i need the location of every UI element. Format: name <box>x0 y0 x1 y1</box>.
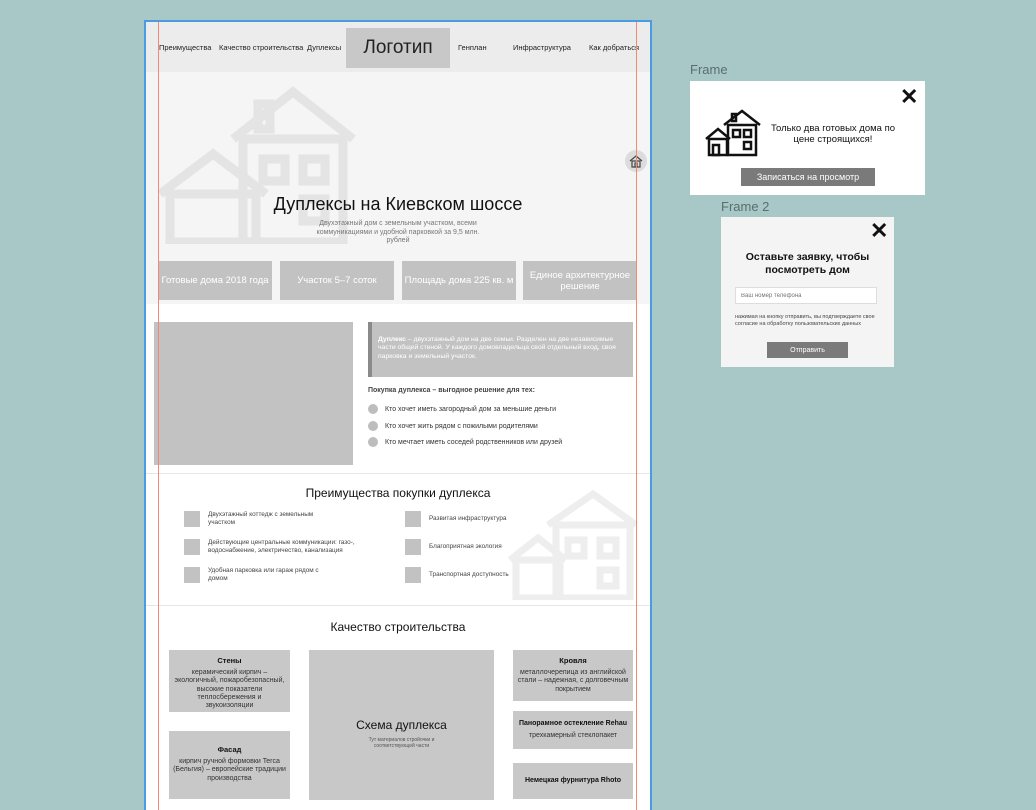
frame-label: Frame <box>690 62 728 77</box>
advantage-icon <box>405 567 421 583</box>
scheme-title: Схема дуплекса <box>356 718 447 732</box>
section-divider <box>146 605 650 606</box>
nav-link-infrastructure[interactable]: Инфраструктура <box>513 43 571 52</box>
card-title: Стены <box>217 656 242 665</box>
advantage-item: Благоприятная экология <box>405 539 555 555</box>
list-item-text: Кто мечтает иметь соседей родственников … <box>385 438 563 446</box>
duplex-definition-box: Дуплекс – двухэтажный дом на две семьи. … <box>368 322 633 377</box>
card-text: трехкамерный стеклопакет <box>528 732 618 740</box>
close-icon[interactable]: ✕ <box>870 220 888 242</box>
card-title: Фасад <box>217 745 242 754</box>
layout-guide-left <box>158 22 159 810</box>
feature-tile: Участок 5–7 соток <box>280 261 394 300</box>
advantage-text: Транспортная доступность <box>429 571 509 579</box>
advantage-text: Двухэтажный коттедж с земельным участком <box>208 511 314 526</box>
quality-card-roof: Кровля металлочерепица из английской ста… <box>513 650 633 701</box>
popup-ready-homes: ✕ Только два готовых дома по цене строящ… <box>690 81 925 195</box>
feature-tile: Готовые дома 2018 года <box>158 261 272 300</box>
advantage-text: Действующие центральные коммуникации: га… <box>208 539 355 554</box>
card-title: Панорамное остекление Rehau <box>518 720 628 727</box>
popup-message: Только два готовых дома по цене строящих… <box>770 123 896 145</box>
quality-title: Качество строительства <box>330 620 466 634</box>
hero-title: Дуплексы на Киевском шоссе <box>273 194 523 214</box>
advantages-title: Преимущества покупки дуплекса <box>305 486 491 500</box>
houses-icon <box>705 109 761 157</box>
feature-tile: Единое архитектурное решение <box>523 261 637 300</box>
advantage-text: Удобная парковка или гараж рядом с домом <box>208 567 319 582</box>
about-image-placeholder <box>154 322 353 465</box>
list-item-text: Кто хочет жить рядом с пожилыми родителя… <box>385 422 538 430</box>
feature-tile: Площадь дома 225 кв. м <box>402 261 516 300</box>
quality-card-facade: Фасад кирпич ручной формовки Terca (Бель… <box>169 731 290 799</box>
definition-text: – двухэтажный дом на две семьи. Разделен… <box>378 336 616 360</box>
bullet-icon <box>368 437 378 447</box>
nav-link-advantages[interactable]: Преимущества <box>159 43 211 52</box>
quality-card-fittings: Немецкая фурнитура Rhoto <box>513 763 633 799</box>
quality-card-glazing: Панорамное остекление Rehau трехкамерный… <box>513 711 633 749</box>
advantage-icon <box>184 539 200 555</box>
top-nav: Преимущества Качество строительства Дупл… <box>146 22 650 73</box>
section-divider <box>146 473 650 474</box>
advantage-item: Удобная парковка или гараж рядом с домом <box>184 567 334 583</box>
close-icon[interactable]: ✕ <box>900 86 918 108</box>
logo[interactable]: Логотип <box>346 28 450 68</box>
advantage-text: Развитая инфраструктура <box>429 515 507 523</box>
advantage-item: Двухэтажный коттедж с земельным участком <box>184 511 334 527</box>
phone-input[interactable] <box>735 287 877 304</box>
advantage-icon <box>184 511 200 527</box>
card-text: керамический кирпич – экологичный, пожар… <box>174 669 285 710</box>
card-text: металлочерепица из английской стали – на… <box>517 669 629 693</box>
quality-card-walls: Стены керамический кирпич – экологичный,… <box>169 650 290 712</box>
layout-guide-right <box>636 22 637 810</box>
advantage-text: Благоприятная экология <box>429 543 502 551</box>
advantage-icon <box>405 539 421 555</box>
form-title: Оставьте заявку, чтобы посмотреть дом <box>745 251 870 276</box>
advantage-item: Транспортная доступность <box>405 567 555 583</box>
nav-link-duplexes[interactable]: Дуплексы <box>307 43 341 52</box>
card-text: кирпич ручной формовки Terca (Бельгия) –… <box>173 758 286 782</box>
list-item: Кто хочет иметь загородный дом за меньши… <box>368 403 556 415</box>
submit-button[interactable]: Отправить <box>767 342 848 358</box>
list-item: Кто мечтает иметь соседей родственников … <box>368 436 562 448</box>
advantage-icon <box>184 567 200 583</box>
nav-link-directions[interactable]: Как добраться <box>589 43 639 52</box>
nav-link-masterplan[interactable]: Генплан <box>458 43 487 52</box>
popup-request-form: ✕ Оставьте заявку, чтобы посмотреть дом … <box>721 217 894 367</box>
frame-label: Frame 2 <box>721 199 770 214</box>
list-item: Кто хочет жить рядом с пожилыми родителя… <box>368 420 538 432</box>
duplex-scheme-placeholder: Схема дуплекса Тут материалов стройочки … <box>309 650 494 800</box>
hero-subtitle: Двухэтажный дом с земельным участком, вс… <box>316 220 480 244</box>
nav-link-quality[interactable]: Качество строительства <box>219 43 303 52</box>
landing-page-frame: Преимущества Качество строительства Дупл… <box>144 20 652 810</box>
about-lead: Покупка дуплекса – выгодное решение для … <box>368 387 535 394</box>
consent-note: нажимая на кнопку отправить, вы подтверж… <box>735 314 875 327</box>
card-title: Немецкая фурнитура Rhoto <box>524 777 622 784</box>
advantage-icon <box>405 511 421 527</box>
book-viewing-button[interactable]: Записаться на просмотр <box>741 168 875 186</box>
advantage-item: Развитая инфраструктура <box>405 511 555 527</box>
bullet-icon <box>368 421 378 431</box>
bullet-icon <box>368 404 378 414</box>
scheme-caption: Тут материалов стройочки и соответствующ… <box>368 737 435 749</box>
card-title: Кровля <box>559 656 587 665</box>
definition-term: Дуплекс <box>378 336 406 343</box>
advantage-item: Действующие центральные коммуникации: га… <box>184 539 364 555</box>
list-item-text: Кто хочет иметь загородный дом за меньши… <box>385 405 557 413</box>
